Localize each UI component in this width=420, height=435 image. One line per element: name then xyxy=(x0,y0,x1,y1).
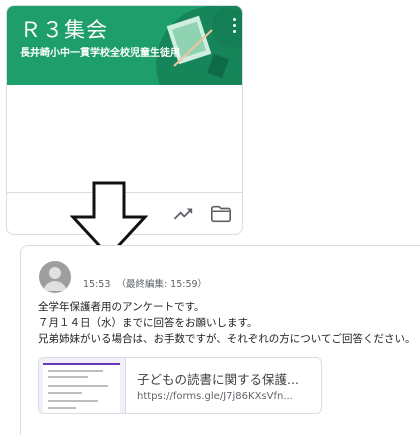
avatar xyxy=(39,261,71,293)
post-time: 15:53 xyxy=(83,279,111,290)
post-body: 全学年保護者用のアンケートです。 ７月１４日（水）までに回答をお願いします。 兄… xyxy=(38,299,415,347)
class-title[interactable]: Ｒ３集会 xyxy=(20,17,108,43)
class-banner[interactable]: Ｒ３集会 長井崎小中一貫学校全校児童生徒用 xyxy=(7,6,242,85)
attachment-url[interactable]: https://forms.gle/J7j86KXsVfn... xyxy=(137,391,293,402)
form-attachment[interactable]: 子どもの読書に関する保護... https://forms.gle/J7j86K… xyxy=(38,357,322,414)
post-line: ７月１４日（水）までに回答をお願いします。 xyxy=(38,317,258,329)
banner-illustration xyxy=(156,6,242,85)
post-timestamp: 15:53 （最終編集: 15:59） xyxy=(83,276,207,290)
folder-icon[interactable] xyxy=(210,203,232,225)
post-edited: （最終編集: 15:59） xyxy=(116,279,208,290)
stream-post[interactable]: 15:53 （最終編集: 15:59） 全学年保護者用のアンケートです。 ７月１… xyxy=(20,245,420,435)
attachment-thumbnail xyxy=(39,358,126,413)
form-preview-icon xyxy=(43,363,120,413)
class-subtitle: 長井崎小中一貫学校全校児童生徒用 xyxy=(20,48,180,59)
avatar-icon xyxy=(43,267,67,291)
more-options-icon[interactable] xyxy=(232,18,236,36)
post-line: 全学年保護者用のアンケートです。 xyxy=(38,301,205,313)
attachment-title[interactable]: 子どもの読書に関する保護... xyxy=(137,369,299,388)
trending-up-icon[interactable] xyxy=(172,203,194,225)
post-line: 兄弟姉妹がいる場合は、お手数ですが、それぞれの方についてご回答ください。 xyxy=(38,333,416,345)
